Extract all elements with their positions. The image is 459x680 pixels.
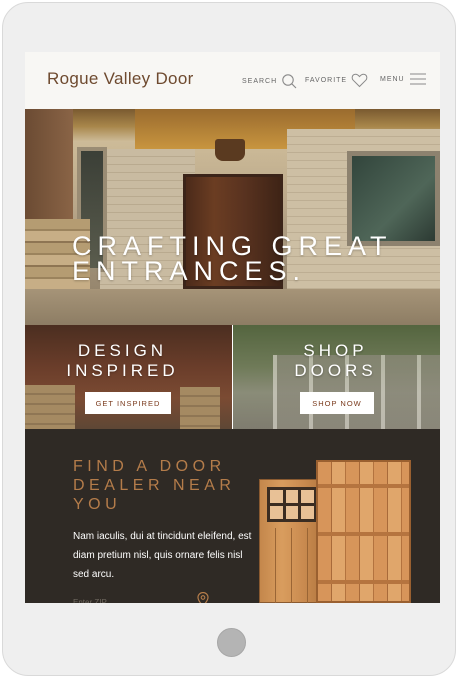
nav-favorite-label: FAVORITE — [305, 77, 348, 84]
dealer-title: FIND A DOOR DEALER NEAR YOU — [73, 457, 235, 514]
door-planks — [260, 528, 323, 603]
hero-title: CRAFTING GREAT ENTRANCES. — [72, 233, 393, 286]
promo-design-inspired: DESIGN INSPIRED GET INSPIRED — [25, 325, 232, 429]
home-button[interactable] — [217, 628, 246, 657]
door-window-grid — [267, 487, 317, 522]
door-image-large — [316, 460, 411, 603]
nav-menu[interactable]: MENU — [380, 73, 427, 85]
hero-post — [25, 109, 73, 224]
dealer-title-line2: DEALER NEAR — [73, 477, 236, 494]
dealer-title-line1: FIND A DOOR — [73, 458, 226, 475]
hero-banner: CRAFTING GREAT ENTRANCES. — [25, 109, 440, 325]
hero-floor — [25, 289, 440, 325]
zip-input[interactable] — [73, 595, 193, 603]
nav-menu-label: MENU — [380, 75, 405, 83]
nav-favorite[interactable]: FAVORITE — [305, 73, 368, 88]
promo-title: DESIGN INSPIRED — [25, 341, 226, 381]
door-rail — [318, 484, 409, 488]
door-rail — [318, 532, 409, 536]
site-logo[interactable]: Rogue Valley Door — [47, 69, 194, 89]
dealer-title-line3: YOU — [73, 496, 122, 513]
dealer-section: FIND A DOOR DEALER NEAR YOU Nam iaculis,… — [25, 429, 440, 603]
search-icon — [282, 74, 297, 89]
dealer-description: Nam iaculis, dui at tincidunt eleifend, … — [73, 531, 252, 580]
promo-title-line1: SHOP — [303, 341, 368, 360]
hero-lamp — [215, 139, 245, 161]
promo-shop-doors: SHOP DOORS SHOP NOW — [233, 325, 440, 429]
promo-brick — [25, 385, 75, 429]
nav-search[interactable]: SEARCH — [242, 73, 297, 89]
screen: Rogue Valley Door SEARCH FAVORITE MENU C… — [25, 52, 440, 603]
door-rail — [318, 580, 409, 584]
promo-title-line2: INSPIRED — [66, 361, 179, 380]
door-image-small — [259, 479, 324, 603]
shop-now-button[interactable]: SHOP NOW — [300, 392, 374, 414]
promo-title: SHOP DOORS — [233, 341, 439, 381]
nav-search-label: SEARCH — [242, 77, 278, 85]
promo-title-line2: DOORS — [294, 361, 377, 380]
hero-title-line2: ENTRANCES. — [72, 256, 307, 286]
heart-icon — [351, 73, 368, 88]
location-pin-icon[interactable] — [197, 592, 209, 603]
get-inspired-button[interactable]: GET INSPIRED — [85, 392, 171, 414]
hamburger-menu-icon — [409, 73, 426, 85]
promo-title-line1: DESIGN — [77, 341, 168, 360]
promo-brick — [180, 387, 220, 429]
site-header: Rogue Valley Door SEARCH FAVORITE MENU — [25, 52, 440, 109]
